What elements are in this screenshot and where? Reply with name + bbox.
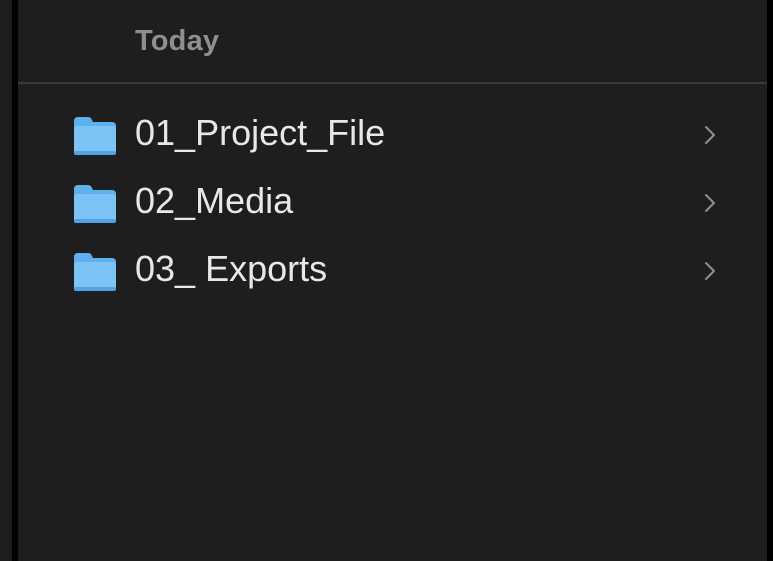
chevron-right-icon[interactable] — [702, 260, 718, 282]
folder-icon — [74, 253, 116, 291]
folder-row-exports[interactable]: 03_ Exports — [18, 236, 767, 304]
folder-name: 02_Media — [135, 180, 294, 221]
chevron-right-icon[interactable] — [702, 192, 718, 214]
folder-name: 01_Project_File — [135, 112, 386, 153]
folder-row-project-file[interactable]: 01_Project_File — [18, 100, 767, 168]
section-title: Today — [135, 25, 220, 57]
file-list: 01_Project_File 02_Media 03_ Exports — [18, 100, 767, 304]
folder-icon — [74, 117, 116, 155]
finder-window: Today 01_Project_File 02_Media 03_ Expor… — [0, 0, 773, 561]
folder-name: 03_ Exports — [135, 248, 328, 289]
adjacent-column — [0, 0, 12, 561]
chevron-right-icon[interactable] — [702, 124, 718, 146]
folder-icon — [74, 185, 116, 223]
folder-row-media[interactable]: 02_Media — [18, 168, 767, 236]
column-resize-handle[interactable] — [767, 0, 773, 561]
section-header: Today — [18, 0, 767, 84]
file-browser-column: Today 01_Project_File 02_Media 03_ Expor… — [18, 0, 767, 561]
